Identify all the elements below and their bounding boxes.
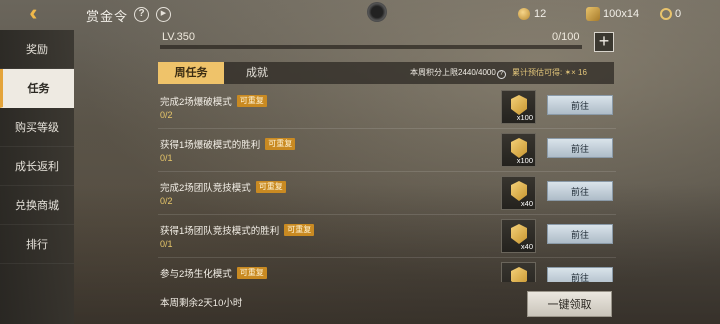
sidebar-item-tasks[interactable]: 任务: [0, 69, 74, 108]
task-title-row: 获得1场团队竞技模式的胜利 可重复: [160, 223, 315, 237]
sidebar-item-rewards[interactable]: 奖励: [0, 30, 74, 69]
repeatable-badge: 可重复: [255, 181, 286, 193]
sidebar-item-exchange-shop[interactable]: 兑换商城: [0, 186, 74, 225]
goto-button[interactable]: 前往: [547, 181, 613, 201]
reward-item[interactable]: x100: [501, 133, 536, 167]
task-row: 获得1场爆破模式的胜利 可重复 0/1 x100 前往: [158, 129, 616, 172]
task-progress: 0/1: [160, 239, 173, 249]
remaining-time: 本周剩余2天10小时: [160, 298, 243, 309]
claim-all-button[interactable]: 一键领取: [527, 291, 612, 317]
currency-coin-value: 12: [534, 8, 547, 20]
task-row: 完成2场团队竞技模式 可重复 0/2 x40 前往: [158, 172, 616, 215]
reward-count: x100: [516, 156, 533, 165]
task-title: 获得1场爆破模式的胜利: [160, 140, 261, 151]
notch-orb-icon: [367, 2, 387, 22]
level-label: LV.350: [162, 31, 196, 43]
tab-achievements[interactable]: 成就: [224, 62, 290, 84]
reward-count: x40: [520, 199, 533, 208]
ticket-icon: [586, 7, 600, 21]
task-title: 参与2场生化模式: [160, 269, 232, 280]
reward-count: x40: [520, 242, 533, 251]
currency-key: 0: [660, 6, 681, 22]
badge-icon: [511, 224, 527, 244]
tabs-row: 周任务 成就 本周积分上限2440/4000? 累计预估可得: ✶× 16: [158, 62, 614, 84]
help-icon[interactable]: ?: [134, 7, 149, 22]
key-icon: [660, 8, 672, 20]
help-icon[interactable]: ?: [496, 70, 506, 79]
reward-item[interactable]: x100: [501, 90, 536, 124]
currency-coin: 12: [518, 6, 546, 22]
repeatable-badge: 可重复: [236, 267, 267, 279]
badge-icon: [511, 181, 527, 201]
task-row: 获得1场团队竞技模式的胜利 可重复 0/1 x40 前往: [158, 215, 616, 258]
task-progress: 0/2: [160, 196, 173, 206]
task-row: 完成2场爆破模式 可重复 0/2 x100 前往: [158, 86, 616, 129]
goto-button[interactable]: 前往: [547, 138, 613, 158]
repeatable-badge: 可重复: [236, 95, 267, 107]
currency-ticket-value: 100x14: [603, 8, 640, 20]
task-title-row: 获得1场爆破模式的胜利 可重复: [160, 137, 296, 151]
tab-weekly-tasks[interactable]: 周任务: [158, 62, 224, 84]
reward-item[interactable]: [501, 262, 536, 282]
sidebar-item-buy-level[interactable]: 购买等级: [0, 108, 74, 147]
reward-count: x100: [516, 113, 533, 122]
currency-ticket: 100x14: [586, 6, 639, 22]
task-title-row: 参与2场生化模式 可重复: [160, 266, 267, 280]
repeatable-badge: 可重复: [265, 138, 296, 150]
page-title: 赏金令: [86, 9, 129, 24]
level-progress-text: 0/100: [552, 31, 580, 43]
weekly-cap: 本周积分上限2440/4000?: [410, 62, 506, 84]
coin-icon: [518, 8, 530, 20]
task-title-row: 完成2场团队竞技模式 可重复: [160, 180, 286, 194]
task-row: 参与2场生化模式 可重复 前往: [158, 258, 616, 282]
task-title: 完成2场爆破模式: [160, 97, 232, 108]
goto-button[interactable]: 前往: [547, 267, 613, 282]
add-level-button[interactable]: +: [594, 32, 614, 52]
sidebar-item-ranking[interactable]: 排行: [0, 225, 74, 264]
play-icon[interactable]: ▶: [156, 7, 171, 22]
level-progress-bar: [160, 45, 582, 49]
top-bar: ‹‹ 赏金令 ? ▶ 12 100x14 0: [0, 0, 720, 30]
goto-button[interactable]: 前往: [547, 224, 613, 244]
reward-item[interactable]: x40: [501, 219, 536, 253]
task-progress: 0/2: [160, 110, 173, 120]
task-list: 完成2场爆破模式 可重复 0/2 x100 前往 获得1场爆破模式的胜利 可重复…: [158, 86, 616, 282]
reward-item[interactable]: x40: [501, 176, 536, 210]
badge-icon: [511, 267, 527, 282]
back-button[interactable]: ‹‹: [30, 2, 56, 24]
task-title-row: 完成2场爆破模式 可重复: [160, 94, 267, 108]
estimate-text: 累计预估可得: ✶× 16: [512, 68, 587, 77]
task-title: 获得1场团队竞技模式的胜利: [160, 226, 280, 237]
task-title: 完成2场团队竞技模式: [160, 183, 251, 194]
badge-icon: [511, 138, 527, 158]
sidebar: 奖励 任务 购买等级 成长返利 兑换商城 排行: [0, 30, 74, 324]
repeatable-badge: 可重复: [284, 224, 315, 236]
sidebar-item-growth-rebate[interactable]: 成长返利: [0, 147, 74, 186]
weekly-cap-text: 本周积分上限2440/4000: [410, 68, 496, 77]
badge-icon: [511, 95, 527, 115]
goto-button[interactable]: 前往: [547, 95, 613, 115]
task-progress: 0/1: [160, 153, 173, 163]
currency-key-value: 0: [675, 8, 682, 20]
